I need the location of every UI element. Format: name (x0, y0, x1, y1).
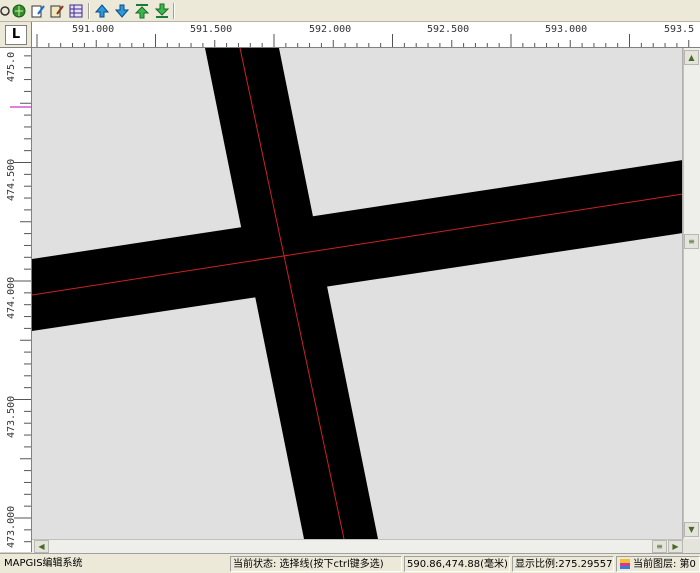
current-layer: 当前图层: 第0 (616, 556, 700, 572)
top-ruler-label: 591.500 (190, 24, 233, 35)
top-ruler-label: 593.5 (664, 24, 695, 35)
left-ruler-label: 473.500 (6, 395, 17, 438)
globe-edit-icon[interactable] (10, 2, 28, 20)
top-ruler-ticks (36, 34, 690, 47)
top-ruler-label: 592.500 (427, 24, 470, 35)
scroll-right-button[interactable]: ▶ (668, 540, 683, 553)
scroll-up-button[interactable]: ▲ (684, 50, 699, 65)
toolbar (0, 0, 700, 22)
move-up-icon[interactable] (93, 2, 111, 20)
status-bar: MAPGIS编辑系统 当前状态: 选择线(按下ctrl键多选) 590.86,4… (0, 553, 700, 573)
map-drawing[interactable] (32, 48, 683, 539)
current-state: 当前状态: 选择线(按下ctrl键多选) (230, 556, 402, 572)
road-line-horizontal[interactable] (32, 160, 683, 331)
left-ruler-label: 473.000 (6, 505, 17, 548)
vertical-scrollbar[interactable]: ▲ ≡ ▼ (683, 48, 700, 539)
map-canvas[interactable] (32, 48, 683, 539)
horizontal-scrollbar[interactable]: ◀ ≡ ▶ (32, 539, 683, 553)
scroll-thumb-vertical[interactable]: ≡ (684, 234, 699, 249)
table-icon[interactable] (67, 2, 85, 20)
scroll-left-button[interactable]: ◀ (34, 540, 49, 553)
top-ruler-label: 593.000 (545, 24, 588, 35)
move-down-icon[interactable] (113, 2, 131, 20)
move-bottom-icon[interactable] (153, 2, 171, 20)
scroll-down-button[interactable]: ▼ (684, 522, 699, 537)
current-layer-label: 当前图层: 第0 (633, 559, 696, 570)
move-top-icon[interactable] (133, 2, 151, 20)
scroll-thumb-horizontal[interactable]: ≡ (652, 540, 667, 553)
edit-line-icon[interactable] (29, 2, 47, 20)
cursor-coordinates: 590.86,474.88(毫米) (404, 556, 510, 572)
edit-area-icon[interactable] (48, 2, 66, 20)
top-ruler: 591.000 591.500 592.000 592.500 593.000 … (32, 22, 700, 48)
scrollbar-corner (683, 539, 700, 553)
left-ruler-label: 475.0 (6, 51, 17, 82)
ruler-corner: L (0, 22, 32, 48)
layers-icon (620, 559, 630, 569)
toolbar-separator (88, 3, 90, 19)
display-scale: 显示比例:275.295576 (512, 556, 614, 572)
left-ruler-label: 474.500 (6, 158, 17, 201)
ruler-unit-button[interactable]: L (5, 25, 27, 45)
top-ruler-label: 591.000 (72, 24, 115, 35)
top-ruler-label: 592.000 (309, 24, 352, 35)
left-ruler-label: 474.000 (6, 276, 17, 319)
app-name: MAPGIS编辑系统 (4, 558, 83, 569)
toolbar-separator (173, 3, 175, 19)
left-ruler: 475.0 474.500 474.000 473.500 473.000 (0, 48, 32, 552)
